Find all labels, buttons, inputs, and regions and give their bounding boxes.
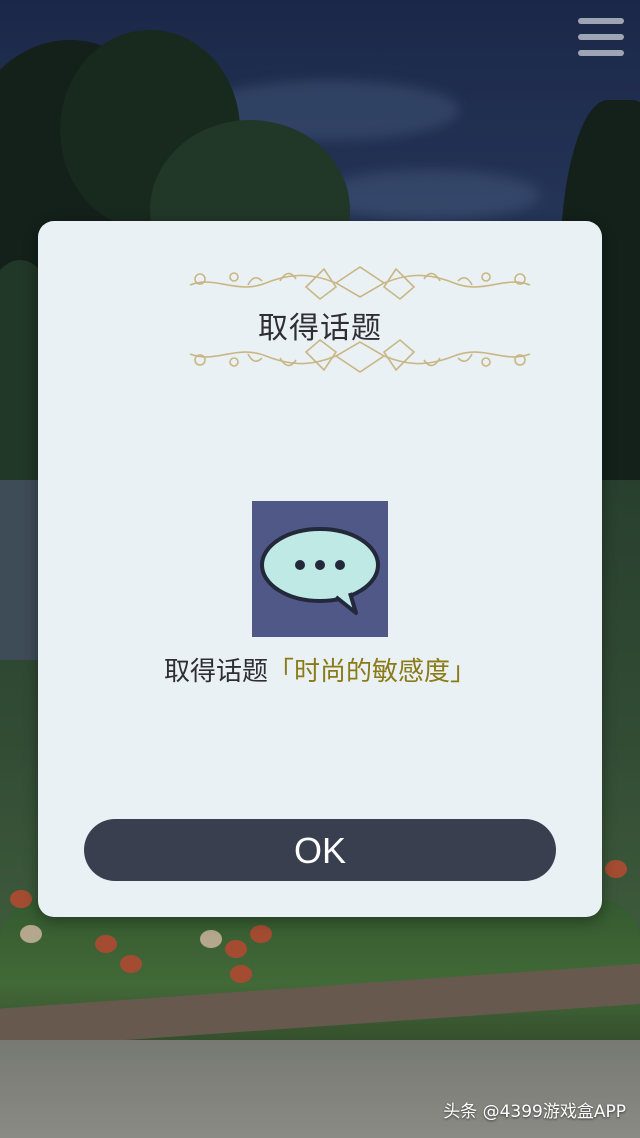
watermark: 头条 @4399游戏盒APP (443, 1102, 626, 1122)
menu-bar (578, 18, 624, 24)
topic-message: 取得话题「时尚的敏感度」 (38, 651, 602, 688)
menu-bar (578, 34, 624, 40)
menu-bar (578, 50, 624, 56)
topic-name: 「时尚的敏感度」 (268, 657, 477, 687)
vine-ornament-icon (189, 266, 531, 301)
ok-button[interactable]: OK (84, 819, 556, 881)
message-prefix: 取得话题 (163, 657, 268, 687)
vine-ornament-icon (189, 338, 531, 373)
hamburger-menu-icon[interactable] (578, 18, 624, 60)
topic-acquired-dialog: 取得话题 取得话题「时尚的敏感度」 OK (38, 221, 602, 917)
speech-bubble-icon (252, 501, 388, 637)
